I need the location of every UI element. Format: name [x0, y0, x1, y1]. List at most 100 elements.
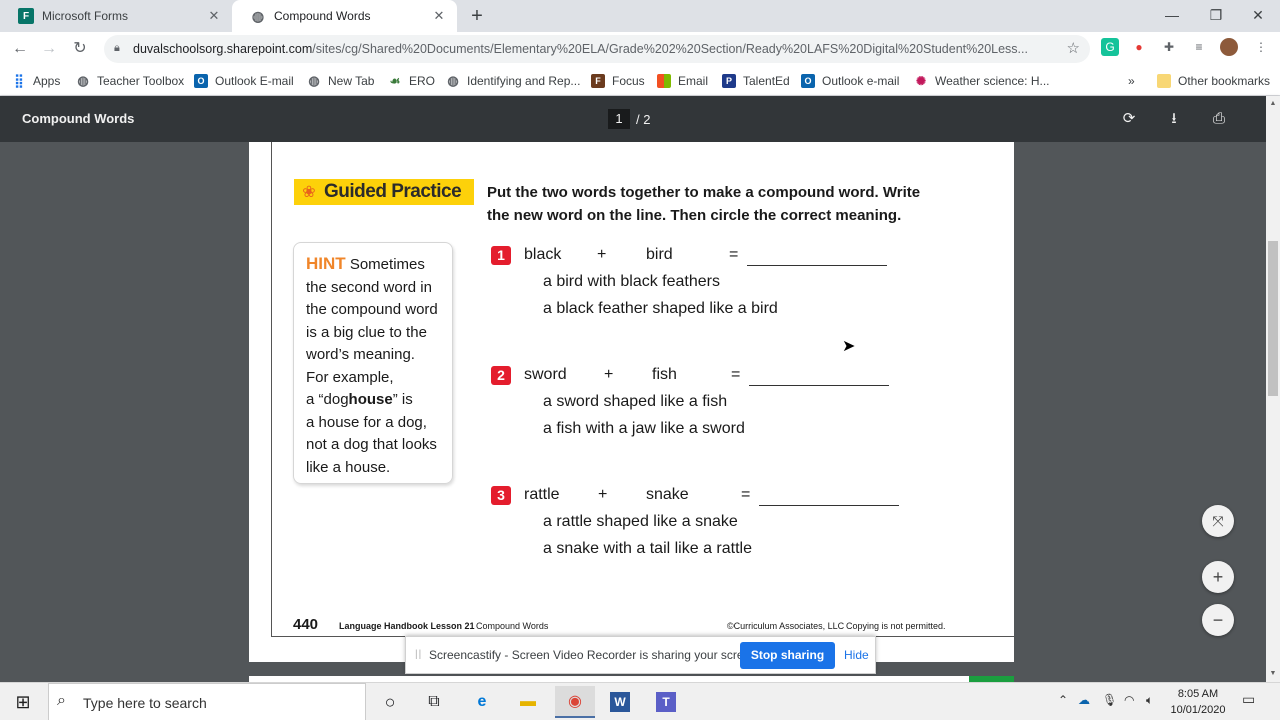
- answer-line[interactable]: [747, 265, 887, 266]
- star-icon[interactable]: ☆: [1067, 39, 1080, 57]
- edge-icon[interactable]: e: [462, 686, 502, 718]
- outlook-icon: O: [801, 74, 815, 88]
- menu-icon[interactable]: ⋮: [1252, 38, 1270, 56]
- forward-button[interactable]: →: [38, 38, 60, 60]
- scrollbar[interactable]: ▲ ▼: [1266, 96, 1280, 682]
- address-bar[interactable]: 🔒︎ duvalschoolsorg.sharepoint.com/sites/…: [104, 35, 1090, 63]
- taskbar-search[interactable]: ⌕ Type here to search: [48, 683, 366, 720]
- lock-icon: 🔒︎: [114, 42, 120, 54]
- answer-line[interactable]: [759, 505, 899, 506]
- globe-icon: ◍: [447, 73, 459, 88]
- scroll-thumb[interactable]: [1268, 241, 1278, 396]
- footer-lesson: Language Handbook Lesson 21: [339, 621, 475, 631]
- avatar[interactable]: [1220, 38, 1238, 56]
- footer-topic: Compound Words: [476, 621, 549, 631]
- extension-screencastify-icon[interactable]: ●: [1130, 38, 1148, 56]
- weather-icon: ✺: [915, 74, 927, 88]
- hide-button[interactable]: Hide: [844, 648, 869, 662]
- plus-sign: +: [604, 366, 614, 383]
- back-button[interactable]: ←: [9, 38, 31, 60]
- teams-icon[interactable]: T: [646, 686, 686, 718]
- globe-icon: ◍: [251, 7, 265, 24]
- extension-grammarly-icon[interactable]: G: [1101, 38, 1119, 56]
- file-explorer-icon[interactable]: ▬: [508, 686, 548, 718]
- bookmark-outlook-email[interactable]: O Outlook E-mail: [194, 72, 294, 90]
- meaning-option[interactable]: a black feather shaped like a bird: [543, 300, 778, 318]
- bookmark-outlook-email-2[interactable]: O Outlook e-mail: [801, 72, 899, 90]
- close-icon[interactable]: ✕: [431, 8, 447, 24]
- word1: sword: [524, 366, 567, 383]
- bookmark-focus[interactable]: F Focus: [591, 72, 645, 90]
- media-icon[interactable]: ≡: [1190, 38, 1208, 56]
- tab-microsoft-forms[interactable]: F Microsoft Forms ✕: [0, 0, 232, 32]
- close-window-button[interactable]: ✕: [1236, 0, 1280, 32]
- tab-title: Compound Words: [274, 9, 371, 23]
- answer-line[interactable]: [749, 385, 889, 386]
- apps-grid-icon: ⣿: [14, 73, 24, 88]
- close-icon[interactable]: ✕: [206, 8, 222, 24]
- tab-compound-words[interactable]: ◍ Compound Words ✕: [232, 0, 457, 32]
- maximize-button[interactable]: ❐: [1194, 0, 1238, 32]
- reload-button[interactable]: ↻: [69, 38, 91, 60]
- new-tab-button[interactable]: +: [466, 5, 488, 27]
- pdf-title: Compound Words: [22, 111, 135, 126]
- meaning-option[interactable]: a rattle shaped like a snake: [543, 513, 738, 531]
- meaning-option[interactable]: a sword shaped like a fish: [543, 393, 727, 411]
- minimize-button[interactable]: —: [1150, 0, 1194, 32]
- more-bookmarks-chevron-icon[interactable]: »: [1128, 72, 1135, 90]
- bookmark-teacher-toolbox[interactable]: ◍ Teacher Toolbox: [76, 72, 184, 90]
- notification-icon[interactable]: ▭: [1242, 691, 1255, 708]
- print-icon[interactable]: ⎙: [1207, 107, 1231, 131]
- wifi-icon[interactable]: ◠: [1124, 693, 1134, 707]
- show-hidden-icons-chevron-icon[interactable]: ⌃: [1058, 693, 1068, 707]
- bookmark-ero[interactable]: ☙ ERO: [388, 72, 435, 90]
- volume-icon[interactable]: 🔈︎: [1146, 693, 1153, 708]
- word1: rattle: [524, 486, 560, 503]
- meaning-option[interactable]: a fish with a jaw like a sword: [543, 420, 745, 438]
- meaning-option[interactable]: a snake with a tail like a rattle: [543, 540, 752, 558]
- scroll-up-icon[interactable]: ▲: [1266, 98, 1280, 110]
- word1: black: [524, 246, 562, 263]
- microphone-icon[interactable]: 🎙︎: [1102, 693, 1117, 707]
- page-number: 440: [293, 616, 319, 633]
- cortana-icon[interactable]: ○: [370, 686, 410, 718]
- page-left-rule: [271, 142, 272, 636]
- zoom-in-button[interactable]: +: [1202, 561, 1234, 593]
- bookmark-identifying[interactable]: ◍ Identifying and Rep...: [446, 72, 580, 90]
- bookmark-new-tab[interactable]: ◍ New Tab: [307, 72, 374, 90]
- bookmark-talented[interactable]: P TalentEd: [722, 72, 790, 90]
- fit-page-button[interactable]: ⤧: [1202, 505, 1234, 537]
- word2: snake: [646, 486, 689, 503]
- instructions: Put the two words together to make a com…: [487, 184, 921, 224]
- drag-handle-icon[interactable]: ||: [415, 649, 422, 660]
- search-icon: ⌕: [57, 692, 66, 709]
- rotate-icon[interactable]: ⟳: [1117, 107, 1141, 131]
- word-icon[interactable]: W: [600, 686, 640, 718]
- chrome-icon[interactable]: ◉: [555, 686, 595, 718]
- zoom-out-button[interactable]: −: [1202, 604, 1234, 636]
- scroll-down-icon[interactable]: ▼: [1266, 668, 1280, 680]
- paw-icon: ❀: [302, 184, 316, 201]
- bookmark-other[interactable]: Other bookmarks: [1157, 72, 1270, 90]
- onedrive-icon[interactable]: ☁: [1078, 693, 1090, 707]
- system-clock[interactable]: 8:05 AM 10/01/2020: [1166, 686, 1230, 718]
- stop-sharing-button[interactable]: Stop sharing: [740, 642, 835, 669]
- pdf-viewer[interactable]: ❀ Guided Practice Put the two words toge…: [0, 142, 1266, 686]
- meaning-option[interactable]: a bird with black feathers: [543, 273, 720, 291]
- footer-notice: Copying is not permitted.: [846, 621, 946, 631]
- guided-practice-badge: ❀ Guided Practice: [294, 179, 474, 205]
- pdf-toolbar: Compound Words 1 / 2 ⟳ ⭳ ⎙: [0, 96, 1280, 142]
- hint-box: HINT Sometimes the second word in the co…: [293, 242, 453, 484]
- ero-icon: ☙: [389, 74, 401, 88]
- bookmark-apps[interactable]: ⣿ Apps: [12, 72, 60, 90]
- share-message: Screencastify - Screen Video Recorder is…: [429, 648, 761, 662]
- outlook-icon: O: [194, 74, 208, 88]
- windows-start-icon[interactable]: ⊞: [0, 683, 46, 720]
- page-number-input[interactable]: 1: [608, 109, 630, 129]
- puzzle-icon[interactable]: ✚: [1160, 38, 1178, 56]
- globe-icon: ◍: [77, 73, 89, 88]
- download-icon[interactable]: ⭳: [1162, 107, 1186, 131]
- bookmark-weather-science[interactable]: ✺ Weather science: H...: [914, 72, 1050, 90]
- bookmark-email[interactable]: Email: [657, 72, 708, 90]
- task-view-icon[interactable]: ⧉: [414, 686, 454, 718]
